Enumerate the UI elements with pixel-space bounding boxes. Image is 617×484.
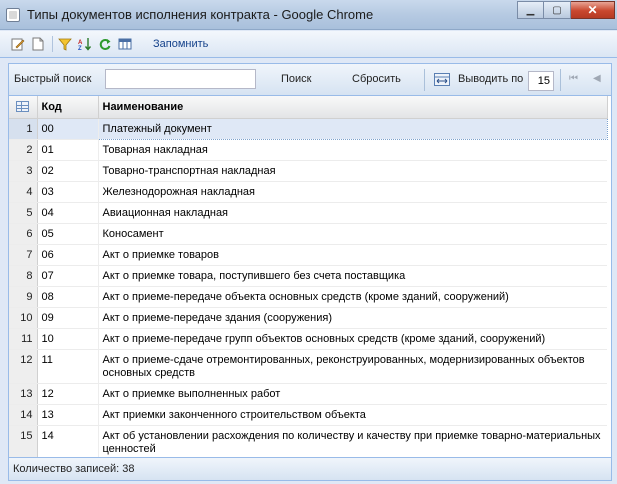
search-bar: Быстрый поиск Поиск Сбросить Выводить по…: [9, 64, 611, 96]
column-header-name[interactable]: Наименование: [98, 96, 608, 119]
columns-icon[interactable]: [117, 36, 133, 52]
window-controls: ▁ ▢ ✕: [517, 1, 615, 19]
page-size-label: Выводить по: [458, 73, 524, 85]
row-number: 7: [9, 244, 38, 266]
filter-icon[interactable]: [57, 36, 73, 52]
grid-icon: [16, 101, 30, 113]
table-row[interactable]: 7 06 Акт о приемке товаров: [9, 244, 607, 266]
row-number: 15: [9, 425, 38, 460]
cell-code: 10: [37, 328, 99, 350]
cell-code: 13: [37, 404, 99, 426]
cell-name: Железнодорожная накладная: [98, 181, 607, 203]
minimize-button[interactable]: ▁: [517, 1, 544, 19]
column-header-code[interactable]: Код: [37, 96, 99, 119]
maximize-button[interactable]: ▢: [544, 1, 571, 19]
cell-name: Платежный документ: [97, 117, 608, 140]
cell-name: Товарная накладная: [98, 139, 607, 161]
cell-code: 01: [37, 139, 99, 161]
row-number: 4: [9, 181, 38, 203]
cell-code: 08: [37, 286, 99, 308]
cell-code: 04: [37, 202, 99, 224]
table-row[interactable]: 1 00 Платежный документ: [9, 117, 608, 140]
sort-icon[interactable]: AZ: [77, 36, 93, 52]
select-all-header[interactable]: [9, 96, 38, 119]
search-button[interactable]: Поиск: [281, 73, 311, 85]
table-row[interactable]: 9 08 Акт о приеме-передаче объекта основны…: [9, 286, 607, 308]
table-row[interactable]: 11 10 Акт о приеме-передаче групп объектов…: [9, 328, 607, 350]
row-number: 8: [9, 265, 38, 287]
table-row[interactable]: 2 01 Товарная накладная: [9, 139, 607, 161]
quick-search-input[interactable]: [105, 69, 256, 89]
previous-page-icon[interactable]: ◀: [593, 73, 601, 84]
row-number: 6: [9, 223, 38, 245]
cell-name: Акт о приемке выполненных работ: [98, 383, 607, 405]
edit-icon[interactable]: [10, 36, 26, 52]
cell-name: Авиационная накладная: [98, 202, 607, 224]
table-row[interactable]: 12 11 Акт о приеме-сдаче отремонтированных…: [9, 349, 607, 384]
cell-name: Акт приемки законченного строительством …: [98, 404, 607, 426]
cell-code: 02: [37, 160, 99, 182]
cell-name: Товарно-транспортная накладная: [98, 160, 607, 182]
search-bar-separator-2: [560, 69, 561, 91]
cell-name: Акт об установлении расхождения по колич…: [98, 425, 607, 460]
table-row[interactable]: 4 03 Железнодорожная накладная: [9, 181, 607, 203]
column-settings-icon[interactable]: [434, 73, 450, 86]
table-row[interactable]: 13 12 Акт о приемке выполненных работ: [9, 383, 607, 405]
grid-panel: Быстрый поиск Поиск Сбросить Выводить по…: [8, 63, 612, 481]
browser-window-icon: [6, 8, 20, 22]
table-row[interactable]: 10 09 Акт о приеме-передаче здания (сооруж…: [9, 307, 607, 329]
page-size-input[interactable]: [528, 71, 554, 91]
cell-code: 00: [37, 118, 99, 140]
row-number: 5: [9, 202, 38, 224]
row-number: 12: [9, 349, 38, 384]
documents-table: Код Наименование 1 00 Платежный документ 2 0…: [9, 96, 608, 460]
refresh-icon[interactable]: [97, 36, 113, 52]
table-row[interactable]: 14 13 Акт приемки законченного строительст…: [9, 404, 607, 426]
row-number: 10: [9, 307, 38, 329]
row-number: 11: [9, 328, 38, 350]
row-number: 9: [9, 286, 38, 308]
cell-code: 03: [37, 181, 99, 203]
table-row[interactable]: 5 04 Авиационная накладная: [9, 202, 607, 224]
cell-code: 11: [37, 349, 99, 384]
row-number: 1: [9, 118, 38, 140]
app-toolbar: AZ Запомнить: [0, 31, 617, 58]
new-document-icon[interactable]: [30, 36, 46, 52]
row-number: 2: [9, 139, 38, 161]
reset-button[interactable]: Сбросить: [352, 73, 401, 85]
remember-button[interactable]: Запомнить: [153, 38, 208, 50]
close-button[interactable]: ✕: [571, 1, 615, 19]
quick-search-label: Быстрый поиск: [14, 73, 92, 85]
row-number: 14: [9, 404, 38, 426]
cell-code: 05: [37, 223, 99, 245]
row-number: 13: [9, 383, 38, 405]
record-count: Количество записей: 38: [13, 463, 135, 475]
window-title: Типы документов исполнения контракта - G…: [27, 7, 374, 22]
cell-name: Коносамент: [98, 223, 607, 245]
cell-name: Акт о приеме-сдаче отремонтированных, ре…: [98, 349, 607, 384]
svg-text:Z: Z: [78, 46, 82, 51]
cell-code: 09: [37, 307, 99, 329]
cell-code: 14: [37, 425, 99, 460]
window-titlebar: Типы документов исполнения контракта - G…: [0, 0, 617, 30]
cell-name: Акт о приеме-передаче групп объектов осн…: [98, 328, 607, 350]
table-row[interactable]: 3 02 Товарно-транспортная накладная: [9, 160, 607, 182]
table-row[interactable]: 15 14 Акт об установлении расхождения по к…: [9, 425, 607, 460]
row-number: 3: [9, 160, 38, 182]
toolbar-separator: [52, 36, 53, 52]
search-bar-separator: [424, 69, 425, 91]
table-row[interactable]: 6 05 Коносамент: [9, 223, 607, 245]
cell-name: Акт о приеме-передаче объекта основных с…: [98, 286, 607, 308]
cell-code: 07: [37, 265, 99, 287]
cell-code: 12: [37, 383, 99, 405]
table-header: Код Наименование: [9, 96, 608, 119]
table-row[interactable]: 8 07 Акт о приемке товара, поступившего бе…: [9, 265, 607, 287]
cell-name: Акт о приеме-передаче здания (сооружения…: [98, 307, 607, 329]
status-bar: Количество записей: 38: [9, 457, 611, 480]
first-page-icon[interactable]: ⏮: [569, 73, 578, 84]
cell-code: 06: [37, 244, 99, 266]
cell-name: Акт о приемке товаров: [98, 244, 607, 266]
cell-name: Акт о приемке товара, поступившего без с…: [98, 265, 607, 287]
